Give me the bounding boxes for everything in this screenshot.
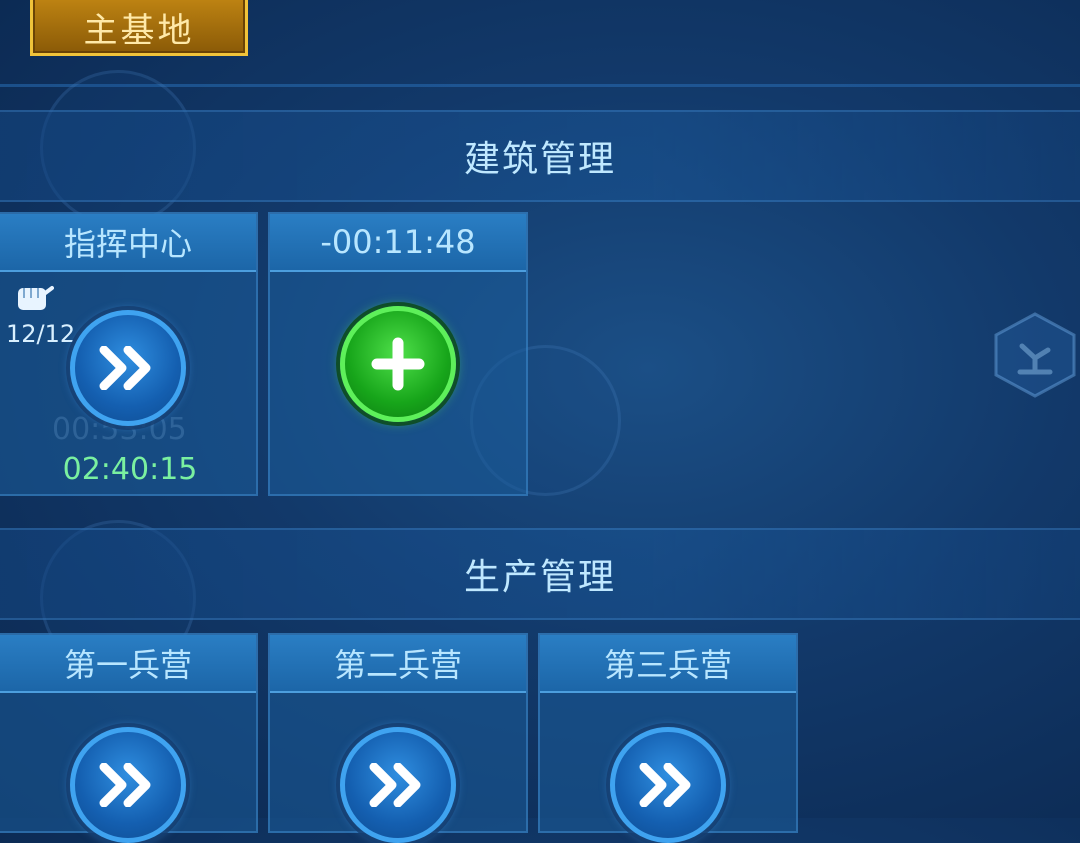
build-slot-card: -00:11:48 bbox=[268, 212, 528, 496]
robot-arm-hex-icon bbox=[994, 312, 1076, 398]
double-chevron-right-icon bbox=[99, 763, 151, 807]
add-building-button[interactable] bbox=[340, 306, 456, 422]
double-chevron-right-icon bbox=[369, 763, 421, 807]
section-title: 建筑管理 bbox=[463, 139, 616, 180]
card-title: 指挥中心 bbox=[0, 214, 256, 272]
plus-icon bbox=[371, 337, 425, 391]
building-management-header: 建筑管理 bbox=[0, 110, 1080, 202]
main-base-tab[interactable]: 主基地 bbox=[30, 0, 248, 56]
command-center-timer: 02:40:15 bbox=[62, 452, 198, 487]
card-title: 第二兵营 bbox=[270, 635, 526, 693]
top-divider bbox=[0, 84, 1080, 87]
double-chevron-right-icon bbox=[639, 763, 691, 807]
barracks-1-card: 第一兵营 bbox=[0, 633, 258, 843]
main-base-tab-label: 主基地 bbox=[83, 10, 195, 51]
command-center-enter-button[interactable] bbox=[70, 310, 186, 426]
barracks-3-enter-button[interactable] bbox=[610, 727, 726, 843]
card-title: 第三兵营 bbox=[540, 635, 796, 693]
barracks-2-card: 第二兵营 bbox=[268, 633, 528, 843]
command-center-card: 指挥中心 12/12 00:53:05 02:40:15 bbox=[0, 212, 258, 496]
double-chevron-right-icon bbox=[99, 346, 151, 390]
barracks-3-card: 第三兵营 bbox=[538, 633, 798, 843]
fist-icon bbox=[18, 286, 54, 310]
production-management-header: 生产管理 bbox=[0, 528, 1080, 620]
barracks-2-enter-button[interactable] bbox=[340, 727, 456, 843]
section-title: 生产管理 bbox=[463, 557, 616, 598]
barracks-1-enter-button[interactable] bbox=[70, 727, 186, 843]
card-title: -00:11:48 bbox=[270, 214, 526, 272]
capacity-count: 12/12 bbox=[6, 320, 76, 348]
card-title: 第一兵营 bbox=[0, 635, 256, 693]
